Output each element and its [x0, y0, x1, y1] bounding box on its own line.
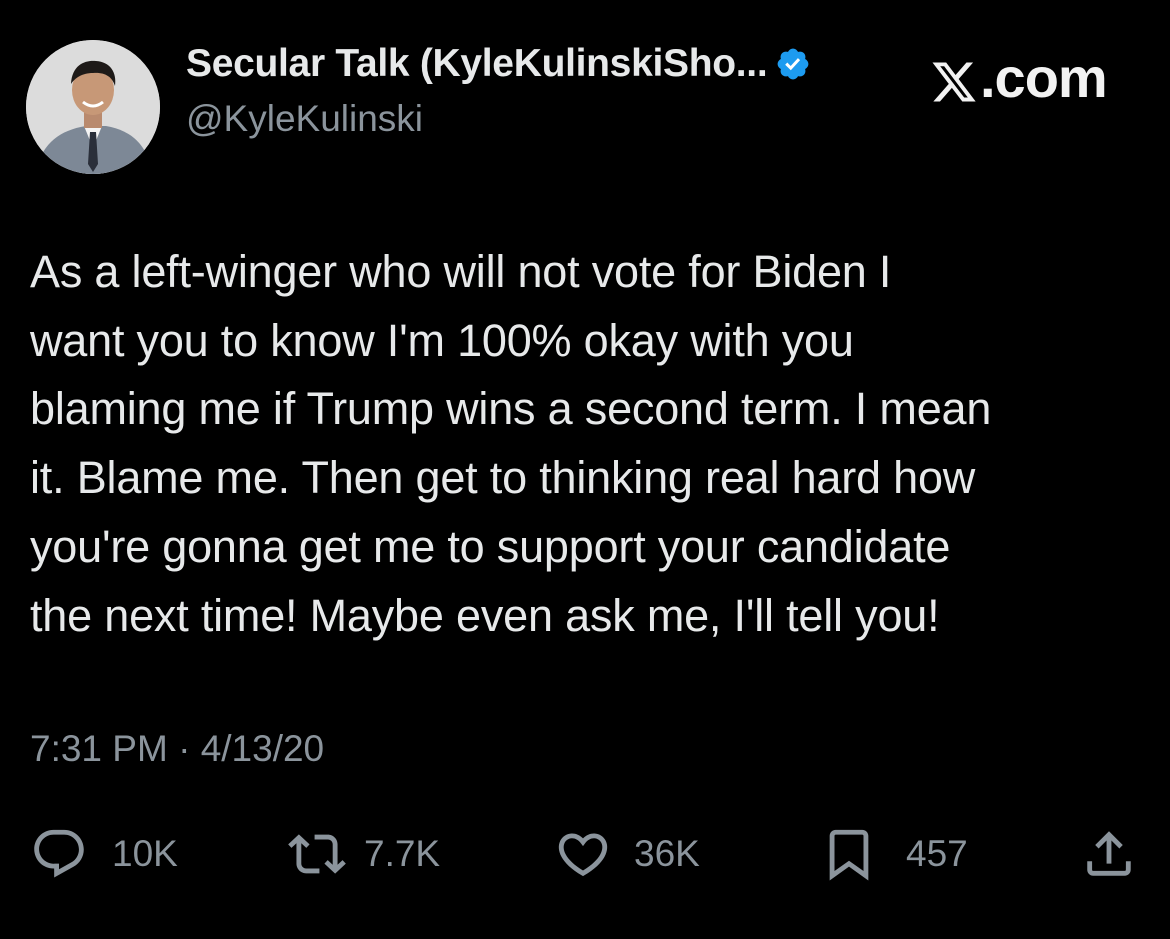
reply-button[interactable]: 10K — [30, 822, 178, 886]
bookmark-icon — [820, 825, 878, 883]
heart-icon — [554, 825, 612, 883]
profile-photo-icon — [26, 40, 160, 174]
tweet-time[interactable]: 7:31 PM — [30, 728, 168, 769]
retweet-count: 7.7K — [364, 833, 441, 874]
tweet-text-line: you're gonna get me to support your cand… — [30, 520, 951, 572]
avatar[interactable] — [26, 40, 160, 174]
bookmark-count: 457 — [906, 833, 968, 874]
tweet-timestamp[interactable]: 7:31 PM · 4/13/20 — [30, 728, 324, 770]
tweet-text-line: it. Blame me. Then get to thinking real … — [30, 452, 976, 504]
author-name-row[interactable]: Secular Talk (KyleKulinskiSho... — [186, 42, 811, 86]
retweet-icon — [288, 825, 346, 883]
tweet-text-line: As a left-winger who will not vote for B… — [30, 246, 892, 297]
tweet-text-line: the next time! Maybe even ask me, I'll t… — [30, 589, 940, 641]
tweet-text-line: blaming me if Trump wins a second term. … — [30, 383, 992, 435]
like-count: 36K — [634, 833, 700, 874]
x-com-watermark: .com — [930, 45, 1108, 110]
display-name[interactable]: Secular Talk (KyleKulinskiSho... — [186, 42, 768, 86]
tweet-text-line: want you to know I'm 100% okay with you — [30, 314, 854, 366]
tweet-card: Secular Talk (KyleKulinskiSho... @KyleKu… — [0, 0, 1170, 939]
like-button[interactable]: 36K — [554, 822, 700, 886]
site-label: .com — [980, 46, 1108, 109]
x-logo-icon — [930, 54, 978, 102]
retweet-button[interactable]: 7.7K — [288, 822, 440, 886]
reply-count: 10K — [112, 833, 178, 874]
share-icon — [1080, 825, 1138, 883]
reply-icon — [30, 825, 88, 883]
action-bar: 10K 7.7K 36K 457 — [0, 822, 1170, 886]
author-handle[interactable]: @KyleKulinski — [186, 98, 423, 140]
meta-separator: · — [178, 728, 191, 769]
tweet-text: As a left-winger who will not vote for B… — [30, 238, 1150, 650]
verified-badge-icon[interactable] — [775, 46, 811, 82]
bookmark-button[interactable]: 457 — [820, 822, 968, 886]
share-button[interactable] — [1080, 822, 1138, 886]
tweet-date[interactable]: 4/13/20 — [201, 728, 324, 769]
